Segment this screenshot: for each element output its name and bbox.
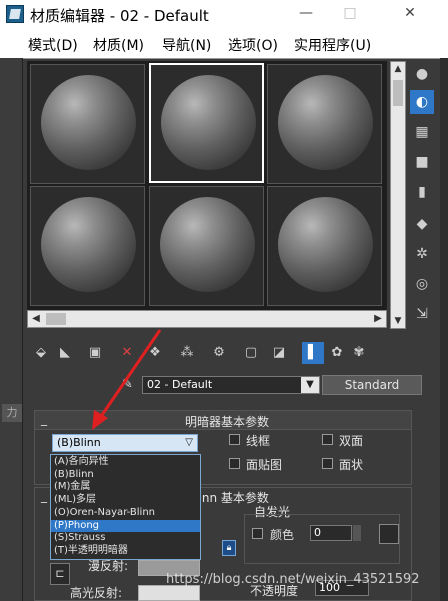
window-title: 材质编辑器 - 02 - Default	[30, 7, 209, 25]
scroll-thumb[interactable]	[46, 313, 66, 325]
backlight-icon[interactable]: ◐	[410, 90, 434, 114]
slots-vertical-scrollbar[interactable]: ▲ ▼	[390, 61, 406, 329]
scroll-right-icon[interactable]: ▶	[370, 312, 386, 326]
shader-option[interactable]: (O)Oren-Nayar-Blinn	[51, 507, 200, 520]
sample-slot[interactable]	[267, 64, 382, 184]
video-color-check-icon[interactable]: ▮	[410, 180, 434, 204]
shader-current-value: (B)Blinn	[57, 436, 101, 449]
two-sided-checkbox[interactable]	[322, 434, 333, 445]
material-sphere	[41, 197, 136, 292]
self-illum-value-spinner[interactable]: 0	[310, 525, 352, 541]
options-icon[interactable]: ✲	[410, 242, 434, 266]
menu-navigation[interactable]: 导航(N)	[162, 35, 211, 55]
lock-icon[interactable]: 🔒︎	[222, 540, 236, 556]
wire-label: 线框	[246, 434, 271, 448]
make-preview-icon[interactable]: ◆	[410, 212, 434, 236]
horizontal-toolbar: ⬙ ◣ ▣ ✕ ❖ ⁂ ⚙ ▢ ◪ ▌ ✿ ✾	[28, 342, 388, 366]
show-end-result-icon[interactable]: ▌	[302, 342, 324, 364]
rollout-header[interactable]: _ 明暗器基本参数	[35, 411, 411, 430]
side-tab[interactable]: 力	[2, 404, 22, 422]
assign-to-selection-icon[interactable]: ▣	[84, 342, 106, 364]
self-illum-color-checkbox[interactable]	[252, 528, 263, 539]
right-viewport-strip	[440, 58, 448, 601]
sample-type-icon[interactable]: ●	[410, 62, 434, 86]
menu-mode[interactable]: 模式(D)	[28, 35, 78, 55]
sample-slot[interactable]	[30, 186, 145, 306]
close-button[interactable]: ✕	[396, 2, 424, 24]
scroll-thumb[interactable]	[393, 80, 403, 106]
material-map-navigator-icon[interactable]: ⇲	[410, 302, 434, 326]
shader-option[interactable]: (ML)多层	[51, 494, 200, 507]
sample-slot[interactable]	[30, 64, 145, 184]
scroll-down-icon[interactable]: ▼	[391, 314, 405, 328]
sample-slots-grid	[27, 61, 387, 310]
minimize-button[interactable]: —	[292, 2, 320, 24]
material-sphere	[161, 75, 256, 170]
sample-slot-selected[interactable]	[149, 63, 264, 183]
specular-color-swatch[interactable]	[138, 585, 200, 601]
eyedropper-icon[interactable]: ✎	[122, 377, 140, 395]
two-sided-label: 双面	[339, 434, 364, 448]
scroll-left-icon[interactable]: ◀	[28, 312, 44, 326]
slots-horizontal-scrollbar[interactable]: ◀ ▶	[27, 310, 387, 328]
go-forward-sibling-icon[interactable]: ✾	[348, 342, 370, 364]
menu-options[interactable]: 选项(O)	[228, 35, 278, 55]
specular-label: 高光反射:	[70, 586, 123, 600]
make-unique-icon[interactable]: ⁂	[176, 342, 198, 364]
sample-slot[interactable]	[149, 186, 264, 306]
shader-option-highlighted[interactable]: (P)Phong	[51, 519, 200, 533]
material-sphere	[160, 197, 255, 292]
material-type-button[interactable]: Standard	[322, 375, 422, 395]
show-shaded-map-icon[interactable]: ◪	[268, 342, 290, 364]
ambient-diffuse-lock-icon[interactable]: ⊏	[50, 563, 70, 585]
rollout-title: 明暗器基本参数	[185, 415, 270, 429]
material-sphere	[278, 197, 373, 292]
put-to-scene-icon[interactable]: ◣	[54, 342, 76, 364]
face-map-label: 面贴图	[246, 458, 283, 472]
collapse-icon[interactable]: _	[41, 489, 47, 503]
shader-option[interactable]: (A)各向异性	[51, 456, 200, 469]
collapse-icon[interactable]: _	[41, 412, 47, 426]
faceted-checkbox[interactable]	[322, 458, 333, 469]
face-map-checkbox[interactable]	[229, 458, 240, 469]
reset-map-icon[interactable]: ✕	[116, 342, 138, 364]
go-to-parent-icon[interactable]: ✿	[326, 342, 348, 364]
wire-checkbox[interactable]	[229, 434, 240, 445]
menubar: 模式(D) 材质(M) 导航(N) 选项(O) 实用程序(U)	[0, 28, 448, 59]
faceted-label: 面状	[339, 458, 364, 472]
window-titlebar: 材质编辑器 - 02 - Default — □ ✕	[0, 0, 448, 28]
material-name-field[interactable]: 02 - Default ▼	[142, 376, 320, 394]
material-sphere	[278, 75, 373, 170]
app-icon	[6, 5, 24, 23]
background-icon[interactable]: ▦	[410, 120, 434, 144]
copy-material-icon[interactable]: ❖	[144, 342, 166, 364]
put-to-library-icon[interactable]: ⚙	[208, 342, 230, 364]
material-sphere	[41, 75, 136, 170]
left-viewport-strip	[0, 58, 23, 601]
uv-tiling-icon[interactable]: ■	[410, 150, 434, 174]
shader-option[interactable]: (T)半透明明暗器	[51, 545, 200, 558]
shader-option[interactable]: (M)金属	[51, 481, 200, 494]
self-illum-color-label: 颜色	[270, 528, 295, 542]
chevron-down-icon[interactable]: ▼	[301, 377, 319, 393]
shader-option[interactable]: (S)Strauss	[51, 532, 200, 545]
maximize-button[interactable]: □	[336, 2, 364, 24]
material-name-value: 02 - Default	[147, 378, 213, 391]
menu-material[interactable]: 材质(M)	[93, 35, 144, 55]
get-material-icon[interactable]: ⬙	[30, 342, 52, 364]
self-illum-map-button[interactable]	[379, 524, 399, 544]
sample-slot[interactable]	[267, 186, 382, 306]
watermark: https://blog.csdn.net/weixin_43521592	[166, 572, 420, 587]
select-by-material-icon[interactable]: ◎	[410, 272, 434, 296]
menu-utilities[interactable]: 实用程序(U)	[294, 35, 371, 55]
chevron-down-icon[interactable]: ▽	[185, 435, 193, 451]
shader-option[interactable]: (B)Blinn	[51, 469, 200, 482]
shader-dropdown-list: (A)各向异性 (B)Blinn (M)金属 (ML)多层 (O)Oren-Na…	[50, 454, 201, 560]
spinner-arrows-icon[interactable]	[353, 525, 361, 541]
material-id-channel-icon[interactable]: ▢	[240, 342, 262, 364]
shader-type-dropdown[interactable]: (B)Blinn ▽	[52, 434, 198, 452]
scroll-up-icon[interactable]: ▲	[391, 62, 405, 76]
